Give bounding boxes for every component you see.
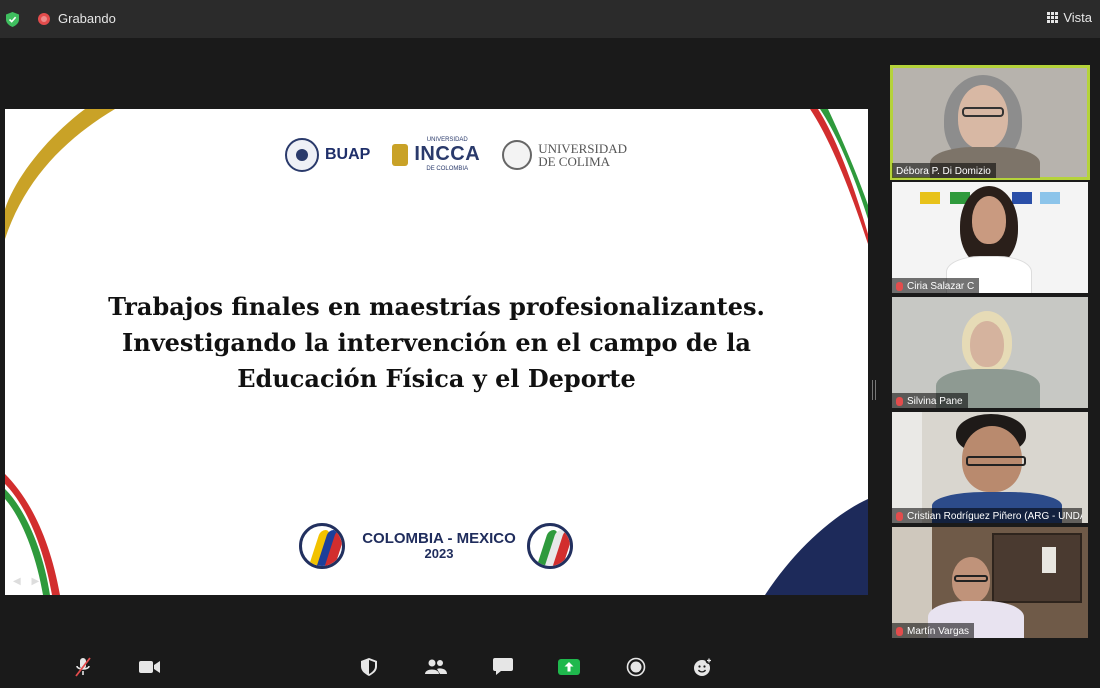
event-year: 2023 bbox=[424, 546, 454, 561]
slide-title-line: Investigando la intervención en el campo… bbox=[122, 328, 751, 357]
mute-icon bbox=[75, 657, 91, 677]
colima-seal-icon bbox=[502, 139, 533, 170]
reactions-icon bbox=[694, 657, 713, 676]
institution-logos: BUAP UNIVERSIDAD INCCA DE COLOMBIA UNIVE… bbox=[285, 137, 627, 172]
panel-resize-handle[interactable] bbox=[872, 380, 876, 400]
security-button[interactable] bbox=[356, 654, 382, 680]
shared-slide: BUAP UNIVERSIDAD INCCA DE COLOMBIA UNIVE… bbox=[5, 109, 868, 595]
share-screen-button[interactable] bbox=[556, 654, 582, 680]
participants-button[interactable] bbox=[423, 654, 449, 680]
video-icon bbox=[139, 661, 160, 673]
reactions-button[interactable] bbox=[690, 654, 716, 680]
participant-name: Ciria Salazar C bbox=[892, 278, 980, 293]
security-icon bbox=[361, 658, 377, 676]
chat-icon bbox=[493, 658, 513, 675]
meeting-toolbar bbox=[0, 646, 1100, 688]
meeting-top-bar: Grabando Vista bbox=[0, 0, 1100, 38]
grid-view-icon bbox=[1047, 12, 1059, 23]
slide-nav-arrows-icon[interactable]: ◀ ▶ bbox=[13, 576, 43, 587]
record-icon bbox=[626, 657, 646, 677]
slide-title-line: Educación Física y el Deporte bbox=[237, 364, 636, 393]
participant-name: Débora P. Di Domizio bbox=[892, 163, 996, 178]
buap-seal-icon bbox=[285, 137, 319, 172]
view-button[interactable]: Vista bbox=[1047, 10, 1092, 25]
slide-title-line: Trabajos finales en maestrías profesiona… bbox=[108, 292, 765, 321]
recording-label: Grabando bbox=[58, 11, 116, 26]
participants-icon bbox=[425, 659, 447, 674]
participant-name: Cristian Rodríguez Piñero (ARG - UNDA... bbox=[892, 508, 1082, 523]
slide-title: Trabajos finales en maestrías profesiona… bbox=[5, 289, 868, 397]
participant-tile[interactable]: Silvina Pane bbox=[892, 297, 1088, 408]
meeting-stage: BUAP UNIVERSIDAD INCCA DE COLOMBIA UNIVE… bbox=[0, 38, 1100, 646]
colombia-emblem-icon bbox=[299, 523, 345, 569]
participant-tile[interactable]: Ciria Salazar C bbox=[892, 182, 1088, 293]
mute-button[interactable] bbox=[70, 654, 96, 680]
share-screen-icon bbox=[558, 659, 580, 675]
colima-logo: UNIVERSIDAD DE COLIMA bbox=[502, 139, 627, 170]
muted-mic-icon bbox=[896, 396, 903, 406]
participant-name: Silvina Pane bbox=[892, 393, 968, 408]
event-badge: COLOMBIA - MEXICO 2023 bbox=[299, 523, 575, 571]
recording-indicator-icon bbox=[38, 13, 50, 25]
participant-name: Martín Vargas bbox=[892, 623, 975, 638]
incca-logo: UNIVERSIDAD INCCA DE COLOMBIA bbox=[392, 137, 480, 172]
video-button[interactable] bbox=[137, 654, 163, 680]
participant-tile[interactable]: Martín Vargas bbox=[892, 527, 1088, 638]
chat-button[interactable] bbox=[490, 654, 516, 680]
mexico-emblem-icon bbox=[527, 523, 573, 569]
buap-logo: BUAP bbox=[285, 137, 370, 172]
record-button[interactable] bbox=[623, 654, 649, 680]
view-label: Vista bbox=[1063, 10, 1092, 25]
shield-check-icon[interactable] bbox=[6, 12, 19, 27]
participant-tile[interactable]: Cristian Rodríguez Piñero (ARG - UNDA... bbox=[892, 412, 1088, 523]
muted-mic-icon bbox=[896, 281, 903, 291]
muted-mic-icon bbox=[896, 626, 903, 636]
participant-tile[interactable]: Débora P. Di Domizio bbox=[890, 65, 1090, 180]
incca-emblem-icon bbox=[392, 143, 409, 166]
event-title: COLOMBIA - MEXICO bbox=[362, 530, 516, 547]
muted-mic-icon bbox=[896, 511, 903, 521]
